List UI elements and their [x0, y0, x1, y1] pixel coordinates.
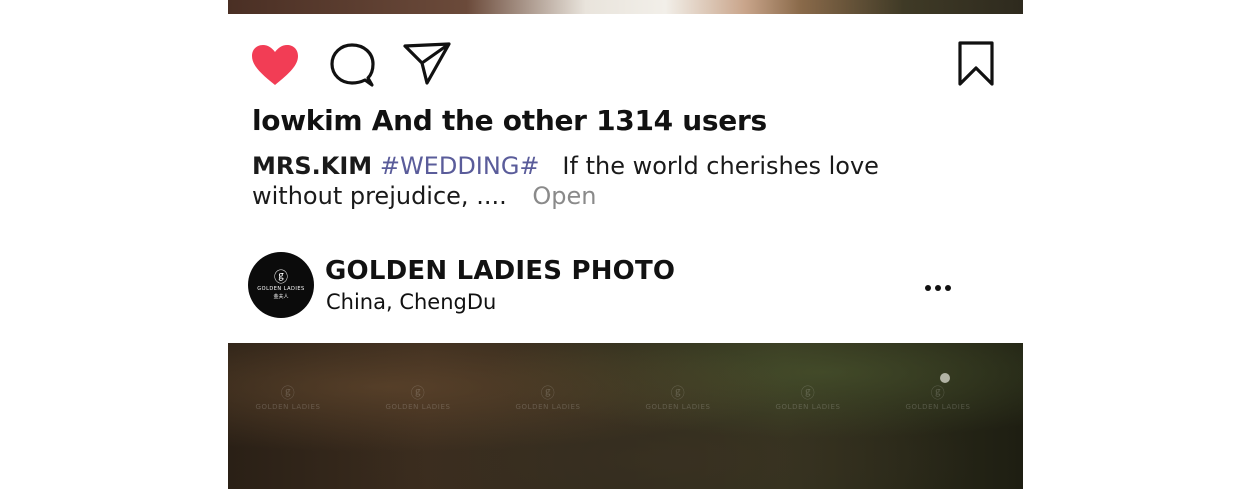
avatar-brand: GOLDEN LADIES: [257, 286, 305, 292]
account-location[interactable]: China, ChengDu: [326, 290, 496, 314]
watermark: ⓖ GOLDEN LADIES: [515, 386, 581, 411]
feed: lowkim And the other 1314 users MRS.KIM …: [228, 0, 1023, 489]
heart-icon[interactable]: [250, 43, 300, 87]
caption-open-link[interactable]: Open: [532, 182, 596, 210]
watermark: ⓖ GOLDEN LADIES: [905, 386, 971, 411]
bookmark-icon[interactable]: [957, 40, 995, 88]
post-caption: MRS.KIM #WEDDING# If the world cherishes…: [252, 151, 932, 211]
logo-mark-icon: ⓖ: [274, 270, 288, 286]
likes-count[interactable]: lowkim And the other 1314 users: [252, 104, 767, 137]
watermark: ⓖ GOLDEN LADIES: [385, 386, 451, 411]
comment-icon[interactable]: [329, 42, 375, 88]
light-spot: [940, 373, 950, 383]
account-name[interactable]: GOLDEN LADIES PHOTO: [325, 256, 675, 286]
more-options-icon[interactable]: [924, 279, 952, 298]
avatar[interactable]: ⓖ GOLDEN LADIES 金夫人: [248, 252, 314, 318]
previous-post-photo[interactable]: [228, 0, 1023, 14]
post-photo[interactable]: ⓖ GOLDEN LADIES ⓖ GOLDEN LADIES ⓖ GOLDEN LA…: [228, 343, 1023, 489]
caption-author[interactable]: MRS.KIM: [252, 152, 372, 180]
watermark: ⓖ GOLDEN LADIES: [645, 386, 711, 411]
avatar-sub: 金夫人: [273, 294, 289, 300]
caption-hashtag[interactable]: #WEDDING#: [380, 152, 540, 180]
watermark: ⓖ GOLDEN LADIES: [775, 386, 841, 411]
send-icon[interactable]: [403, 41, 451, 85]
watermark: ⓖ GOLDEN LADIES: [255, 386, 321, 411]
